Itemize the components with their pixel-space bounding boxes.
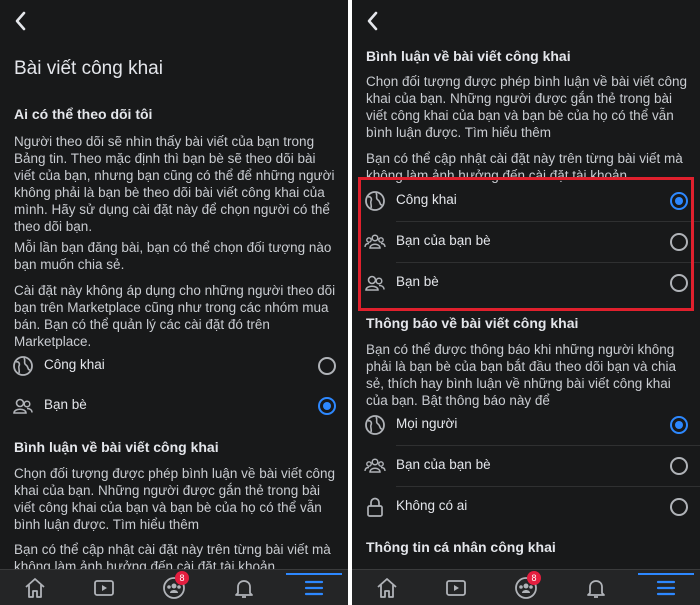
- home-icon: [377, 578, 397, 598]
- notify-option-friends-of-friends[interactable]: Bạn của bạn bè: [352, 446, 700, 486]
- active-tab-indicator: [286, 573, 342, 575]
- active-tab-indicator: [638, 573, 694, 575]
- notify-option-everyone[interactable]: Mọi người: [352, 405, 700, 445]
- lock-icon: [367, 497, 383, 517]
- section-heading-comments: Bình luận về bài viết công khai: [14, 439, 219, 455]
- tab-groups[interactable]: 8: [508, 571, 544, 602]
- follow-description-2: Mỗi lần bạn đăng bài, bạn có thể chọn đố…: [14, 240, 332, 272]
- radio-button[interactable]: [670, 498, 688, 516]
- option-label: Công khai: [44, 357, 105, 372]
- chevron-left-icon: [15, 11, 26, 31]
- friends-of-friends-icon: [364, 458, 386, 473]
- option-label: Mọi người: [396, 416, 458, 431]
- globe-icon: [365, 415, 385, 435]
- follow-description-3: Cài đặt này không áp dụng cho những ngườ…: [14, 283, 336, 349]
- tab-menu[interactable]: [286, 573, 342, 602]
- radio-button[interactable]: [318, 357, 336, 375]
- menu-icon: [304, 580, 324, 596]
- section-heading-follow: Ai có thể theo dõi tôi: [14, 106, 153, 122]
- friends-icon: [13, 398, 33, 414]
- tab-home[interactable]: [369, 574, 405, 602]
- home-icon: [25, 578, 45, 598]
- highlight-box: [358, 177, 694, 311]
- comments-description: Chọn đối tượng được phép bình luận về bà…: [14, 466, 335, 532]
- follow-description: Người theo dõi sẽ nhìn thấy bài viết của…: [14, 134, 335, 234]
- globe-icon: [13, 356, 33, 376]
- notify-option-no-one[interactable]: Không có ai: [352, 487, 700, 527]
- comments-description: Chọn đối tượng được phép bình luận về bà…: [366, 74, 687, 140]
- notification-badge: 8: [527, 571, 541, 585]
- follow-option-public[interactable]: Công khai: [0, 346, 348, 386]
- back-button[interactable]: [362, 8, 386, 36]
- left-screen: Bài viết công khai Ai có thể theo dõi tô…: [0, 0, 348, 605]
- tab-watch[interactable]: [438, 574, 474, 602]
- menu-icon: [656, 580, 676, 596]
- tab-menu[interactable]: [638, 573, 694, 602]
- tab-notifications[interactable]: [578, 574, 614, 602]
- notifications-icon: [235, 580, 253, 598]
- tab-watch[interactable]: [86, 574, 122, 602]
- chevron-left-icon: [367, 11, 378, 31]
- watch-icon: [94, 580, 114, 596]
- option-label: Không có ai: [396, 498, 468, 513]
- back-button[interactable]: [10, 8, 34, 36]
- notifications-icon: [587, 580, 605, 598]
- page-title: Bài viết công khai: [14, 58, 163, 79]
- section-heading-public-info: Thông tin cá nhân công khai: [366, 539, 556, 555]
- radio-button-selected[interactable]: [318, 397, 336, 415]
- notification-badge: 8: [175, 571, 189, 585]
- notifications-description: Bạn có thể được thông báo khi những ngườ…: [366, 342, 676, 408]
- tab-notifications[interactable]: [226, 574, 262, 602]
- watch-icon: [446, 580, 466, 596]
- radio-button[interactable]: [670, 457, 688, 475]
- option-label: Bạn bè: [44, 397, 87, 412]
- option-label: Bạn của bạn bè: [396, 457, 491, 472]
- follow-option-friends[interactable]: Bạn bè: [0, 386, 348, 426]
- section-heading-notifications: Thông báo về bài viết công khai: [366, 315, 579, 331]
- bottom-tab-bar: 8: [352, 569, 700, 605]
- section-heading-comments: Bình luận về bài viết công khai: [366, 48, 571, 64]
- tab-groups[interactable]: 8: [156, 571, 192, 602]
- bottom-tab-bar: 8: [0, 569, 348, 605]
- tab-home[interactable]: [17, 574, 53, 602]
- radio-button-selected[interactable]: [670, 416, 688, 434]
